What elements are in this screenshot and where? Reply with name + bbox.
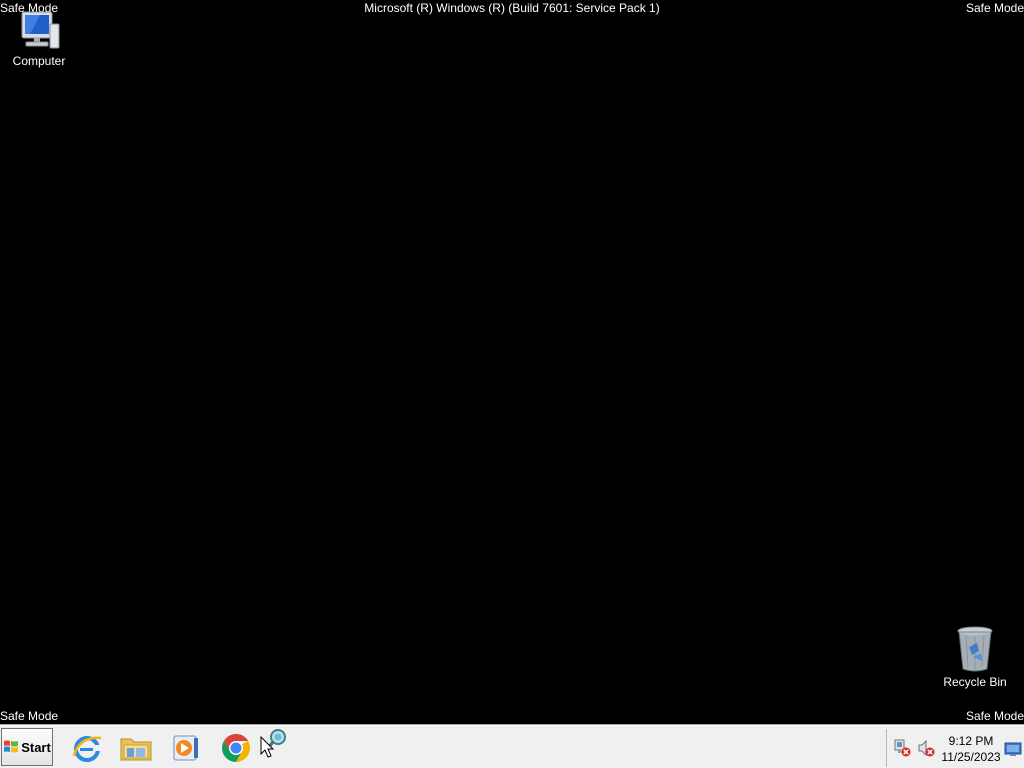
- network-disconnected-icon[interactable]: [893, 739, 911, 757]
- taskbar-button-windows-explorer[interactable]: [118, 730, 154, 766]
- taskbar-button-internet-explorer[interactable]: [69, 730, 105, 766]
- start-button[interactable]: Start: [1, 728, 53, 766]
- safe-mode-label-bottom-left: Safe Mode: [0, 709, 59, 723]
- desktop-icon-label: Recycle Bin: [943, 675, 1007, 689]
- chrome-icon: [222, 734, 250, 762]
- notification-area: 9:12 PM 11/25/2023: [886, 729, 1024, 767]
- computer-icon: [21, 11, 60, 49]
- taskbar: Start 9:12 PM 11/25/2023: [0, 725, 1024, 768]
- internet-explorer-icon: [72, 736, 102, 762]
- media-player-icon: [173, 735, 198, 761]
- system-clock[interactable]: 9:12 PM 11/25/2023: [939, 733, 1003, 765]
- clock-date: 11/25/2023: [941, 750, 1001, 764]
- windows-build-label: Microsoft (R) Windows (R) (Build 7601: S…: [364, 1, 660, 15]
- show-desktop-icon[interactable]: [1004, 741, 1022, 757]
- folder-icon: [120, 738, 152, 761]
- start-label: Start: [21, 739, 51, 755]
- windows-logo-icon: [4, 740, 19, 753]
- desktop-icon-recycle-bin[interactable]: Recycle Bin: [936, 625, 1014, 689]
- desktop-icon-computer[interactable]: Computer: [0, 10, 78, 68]
- mouse-cursor-icon: [260, 736, 274, 758]
- taskbar-button-media-player[interactable]: [167, 730, 203, 766]
- recycle-bin-icon: [957, 626, 993, 672]
- desktop-icon-label: Computer: [12, 54, 66, 68]
- volume-muted-icon[interactable]: [917, 739, 935, 757]
- safe-mode-label-bottom-right: Safe Mode: [965, 709, 1024, 723]
- clock-time: 9:12 PM: [948, 734, 994, 748]
- taskbar-button-chrome[interactable]: [218, 730, 254, 766]
